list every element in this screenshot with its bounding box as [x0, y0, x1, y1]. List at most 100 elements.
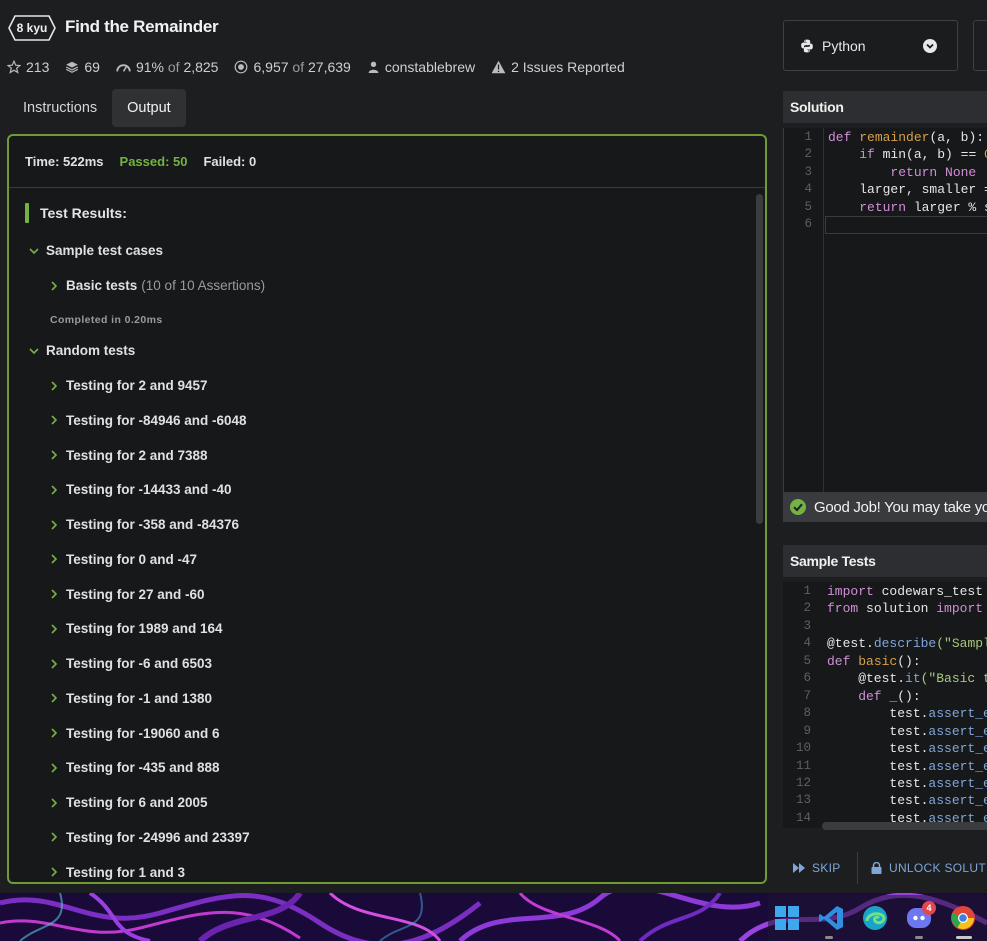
code-token: ("Basic t — [920, 671, 987, 686]
random-test-item[interactable]: Testing for -84946 and -6048 — [48, 413, 247, 428]
version-select[interactable] — [973, 20, 987, 71]
codewars-kata-page: 8 kyu Find the Remainder 213 69 91% of 2… — [0, 0, 987, 941]
line-number: 4 — [804, 182, 812, 196]
code-token: test. — [827, 758, 929, 774]
code-line: if min(a, b) == 0 — [828, 147, 987, 162]
code-line: test.assert_e — [827, 706, 987, 721]
sample-tests-hscrollbar[interactable] — [822, 822, 987, 830]
skip-button[interactable]: SKIP — [793, 855, 841, 881]
windows-start-icon[interactable] — [774, 905, 800, 931]
group-sample-tests[interactable]: Sample test cases — [28, 243, 163, 258]
output-scrollbar[interactable] — [756, 194, 763, 524]
code-token: min(a, b) == — [882, 147, 985, 162]
sample-tests-editor[interactable]: 1 2 3 4 5 6 7 8 9 10 11 12 13 14 import codewars_test… — [783, 582, 987, 828]
code-line: @test.describe("Sampl — [827, 636, 987, 651]
unlock-label: UNLOCK SOLUTI — [889, 861, 987, 875]
user-icon — [368, 61, 379, 73]
target-icon — [235, 60, 248, 74]
random-test-item[interactable]: Testing for -435 and 888 — [48, 760, 220, 775]
random-test-item[interactable]: Testing for 1989 and 164 — [48, 621, 223, 636]
line-number: 1 — [803, 584, 811, 598]
random-test-item[interactable]: Testing for 27 and -60 — [48, 587, 205, 602]
discord-notification-badge: 4 — [922, 901, 936, 915]
code-token: it — [905, 671, 921, 686]
group-label: Sample test cases — [46, 243, 164, 258]
code-token: assert_e — [928, 706, 987, 722]
output-panel: Time: 522ms Passed: 50 Failed: 0 Test Re… — [7, 134, 767, 884]
layers-icon — [66, 61, 79, 73]
chevron-right-icon — [51, 693, 58, 703]
chevron-right-icon — [51, 380, 58, 391]
author-name: constablebrew — [384, 59, 476, 75]
stars-stat[interactable]: 213 — [7, 59, 49, 75]
test-basic[interactable]: Basic tests (10 of 10 Assertions) — [48, 278, 265, 293]
test-label: Testing for 1989 and 164 — [66, 621, 223, 637]
edge-browser-icon[interactable] — [862, 905, 888, 931]
code-token: test. — [827, 706, 929, 722]
chevron-right-icon — [51, 589, 58, 599]
code-token: (): — [897, 654, 921, 669]
random-test-item[interactable]: Testing for 0 and -47 — [48, 552, 197, 567]
line-number: 2 — [804, 147, 812, 161]
random-test-item[interactable]: Testing for -14433 and -40 — [48, 482, 232, 497]
check-circle-icon — [790, 499, 806, 515]
satisfaction-of: of — [167, 59, 180, 75]
random-test-item[interactable]: Testing for -24996 and 23397 — [48, 830, 250, 845]
test-label: Testing for 1 and 3 — [66, 864, 186, 880]
test-label: Testing for -358 and -84376 — [66, 517, 240, 532]
random-test-item[interactable]: Testing for 2 and 9457 — [48, 378, 208, 393]
satisfaction-stat: 91% of 2,825 — [116, 59, 218, 75]
code-line: test.assert_e — [827, 776, 987, 791]
chevron-right-icon — [51, 485, 58, 495]
test-label: Testing for -14433 and -40 — [66, 482, 232, 498]
python-icon — [801, 39, 813, 52]
chrome-icon[interactable] — [950, 905, 976, 931]
run-time: Time: 522ms — [25, 154, 104, 169]
random-test-item[interactable]: Testing for 2 and 7388 — [48, 448, 208, 463]
language-select[interactable]: Python — [783, 20, 958, 71]
random-test-item[interactable]: Testing for -1 and 1380 — [48, 691, 212, 706]
star-icon — [7, 60, 21, 74]
random-test-item[interactable]: Testing for -6 and 6503 — [48, 656, 212, 671]
panel-tabs: Instructions Output — [8, 89, 186, 127]
line-number: 13 — [795, 793, 811, 808]
code-token: assert_e — [928, 723, 987, 739]
code-token: import — [827, 584, 882, 599]
chevron-right-icon — [51, 280, 58, 291]
issues-label: 2 Issues Reported — [511, 59, 625, 75]
kata-title[interactable]: Find the Remainder — [65, 17, 219, 37]
chevron-right-icon — [51, 415, 58, 425]
author-stat[interactable]: constablebrew — [367, 59, 475, 75]
group-label: Random tests — [46, 343, 136, 358]
tab-output[interactable]: Output — [112, 89, 186, 127]
code-line: larger, smaller = — [828, 182, 987, 197]
code-token: test. — [827, 793, 929, 809]
chevron-right-icon — [51, 519, 58, 530]
line-number: 4 — [803, 636, 811, 651]
random-test-item[interactable]: Testing for 1 and 3 — [48, 865, 185, 880]
collections-count: 69 — [84, 59, 100, 75]
random-test-item[interactable]: Testing for -19060 and 6 — [48, 726, 220, 741]
chevron-right-icon — [51, 832, 58, 842]
vscode-icon[interactable] — [818, 905, 844, 931]
chevron-down-circle-icon — [923, 39, 937, 53]
chevron-right-icon — [51, 728, 58, 738]
line-number: 7 — [803, 688, 811, 703]
code-token: def — [827, 689, 890, 704]
solution-editor[interactable]: 1 2 3 4 5 6 def remainder(a, b): if min(… — [783, 128, 987, 492]
chevron-right-icon — [51, 797, 58, 808]
collections-stat: 69 — [65, 59, 100, 75]
chevron-right-icon — [51, 763, 58, 773]
group-random-tests[interactable]: Random tests — [28, 343, 135, 358]
random-test-item[interactable]: Testing for 6 and 2005 — [48, 795, 208, 810]
issues-stat[interactable]: 2 Issues Reported — [491, 59, 625, 75]
assertion-count: (10 of 10 Assertions) — [141, 278, 266, 293]
random-test-item[interactable]: Testing for -358 and -84376 — [48, 517, 239, 532]
line-number: 8 — [803, 706, 811, 721]
tab-instructions[interactable]: Instructions — [8, 89, 112, 127]
sample-tests-gutter: 1 2 3 4 5 6 7 8 9 10 11 12 13 14 — [783, 582, 823, 828]
language-label: Python — [822, 37, 866, 54]
solution-gutter: 1 2 3 4 5 6 — [784, 128, 824, 492]
unlock-solutions-button[interactable]: UNLOCK SOLUTI — [871, 855, 987, 881]
